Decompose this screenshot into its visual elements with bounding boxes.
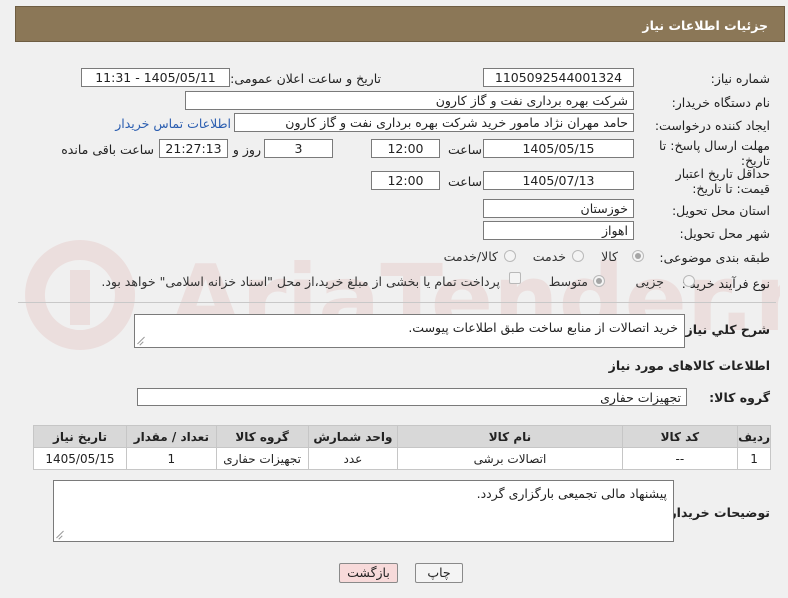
table-row[interactable]: 1 -- اتصالات برشی عدد تجهیزات حفاری 1 14… (33, 447, 771, 470)
province-field: خوزستان (483, 199, 634, 218)
column-header: گروه کالا (215, 425, 309, 448)
category-goods-service-label: کالا/خدمت (443, 249, 498, 264)
resize-grip-icon[interactable] (137, 337, 145, 345)
goods-group-label: گروه کالا: (709, 390, 770, 405)
requester-field: حامد مهران نژاد مامور خرید شرکت بهره برد… (234, 113, 634, 132)
category-service-label: خدمت (532, 249, 566, 264)
validity-date-field: 1405/07/13 (483, 171, 634, 190)
buyer-notes-textarea[interactable]: پیشنهاد مالی تجمیعی بارگزاری گردد. (53, 480, 674, 542)
buyer-org-field: شرکت بهره برداری نفت و گاز کارون (185, 91, 634, 110)
need-number-field: 1105092544001324 (483, 68, 634, 87)
category-goods-service-radio[interactable] (504, 250, 516, 262)
process-minor-label: جزیی (635, 274, 664, 289)
validity-time-label: ساعت (447, 174, 482, 189)
category-label: طبقه بندی موضوعی: (659, 250, 770, 265)
reply-days-field: 3 (264, 139, 333, 158)
announce-datetime-label: تاریخ و ساعت اعلان عمومی: (230, 71, 381, 86)
reply-time-label: ساعت (447, 142, 482, 157)
province-label: استان محل تحویل: (671, 203, 770, 218)
buyer-notes-label: توضیحات خریدار: (664, 505, 770, 520)
resize-grip-icon[interactable] (56, 531, 64, 539)
reply-date-field: 1405/05/15 (483, 139, 634, 158)
requester-label: ایجاد کننده درخواست: (654, 118, 770, 133)
table-cell-unit: عدد (307, 447, 399, 470)
column-header: تعداد / مقدار (125, 425, 217, 448)
table-cell-goods-code: -- (621, 447, 739, 470)
description-label: شرح کلي نياز: (680, 322, 770, 337)
process-minor-radio[interactable] (683, 275, 695, 287)
category-service-radio[interactable] (572, 250, 584, 262)
goods-table: ردیف کد کالا نام کالا واحد شمارش گروه کا… (33, 425, 771, 470)
process-type-label: نوع فرآیند خرید : (681, 276, 770, 291)
remaining-time-field: 21:27:13 (159, 139, 228, 158)
description-textarea[interactable]: خرید اتصالات از منابع ساخت طبق اطلاعات پ… (134, 314, 685, 348)
back-button[interactable]: بازگشت (339, 563, 398, 583)
table-header-row: ردیف کد کالا نام کالا واحد شمارش گروه کا… (33, 425, 771, 448)
price-validity-label: حداقل تاریخ اعتبار قیمت: تا تاریخ: (675, 166, 770, 196)
hours-remaining-label: ساعت باقی مانده (61, 142, 154, 157)
table-cell-row-number: 1 (737, 447, 771, 470)
column-header: تاریخ نیاز (33, 425, 127, 448)
treasury-payment-checkbox[interactable] (509, 272, 521, 284)
process-medium-radio[interactable] (593, 275, 605, 287)
description-text: خرید اتصالات از منابع ساخت طبق اطلاعات پ… (408, 320, 678, 335)
goods-info-heading: اطلاعات کالاهای مورد نیاز (608, 358, 770, 373)
treasury-payment-note: پرداخت تمام یا بخشی از مبلغ خرید،از محل … (101, 274, 500, 289)
column-header: ردیف (737, 425, 771, 448)
column-header: واحد شمارش (307, 425, 399, 448)
days-and-label: روز و (232, 142, 261, 157)
process-medium-label: متوسط (548, 274, 588, 289)
section-divider (18, 302, 776, 303)
table-cell-goods-name: اتصالات برشی (397, 447, 623, 470)
reply-time-field: 12:00 (371, 139, 440, 158)
city-label: شهر محل تحویل: (679, 226, 770, 241)
buyer-org-label: نام دستگاه خریدار: (671, 95, 770, 110)
table-cell-need-date: 1405/05/15 (33, 447, 127, 470)
announce-datetime-field: 1405/05/11 - 11:31 (81, 68, 230, 87)
page-header: جزئیات اطلاعات نیاز (15, 6, 785, 42)
buyer-contact-link[interactable]: اطلاعات تماس خریدار (115, 116, 231, 131)
column-header: نام کالا (397, 425, 623, 448)
need-number-label: شماره نیاز: (710, 71, 770, 86)
city-field: اهواز (483, 221, 634, 240)
table-cell-goods-group: تجهیزات حفاری (215, 447, 309, 470)
category-goods-radio[interactable] (632, 250, 644, 262)
print-button[interactable]: چاپ (415, 563, 463, 583)
table-cell-quantity: 1 (125, 447, 217, 470)
column-header: کد کالا (621, 425, 739, 448)
buyer-notes-text: پیشنهاد مالی تجمیعی بارگزاری گردد. (476, 486, 667, 501)
validity-time-field: 12:00 (371, 171, 440, 190)
goods-group-field: تجهیزات حفاری (137, 388, 687, 406)
reply-deadline-label: مهلت ارسال پاسخ: تا تاریخ: (659, 138, 770, 168)
page-title: جزئیات اطلاعات نیاز (642, 18, 768, 33)
category-goods-label: کالا (601, 249, 618, 264)
